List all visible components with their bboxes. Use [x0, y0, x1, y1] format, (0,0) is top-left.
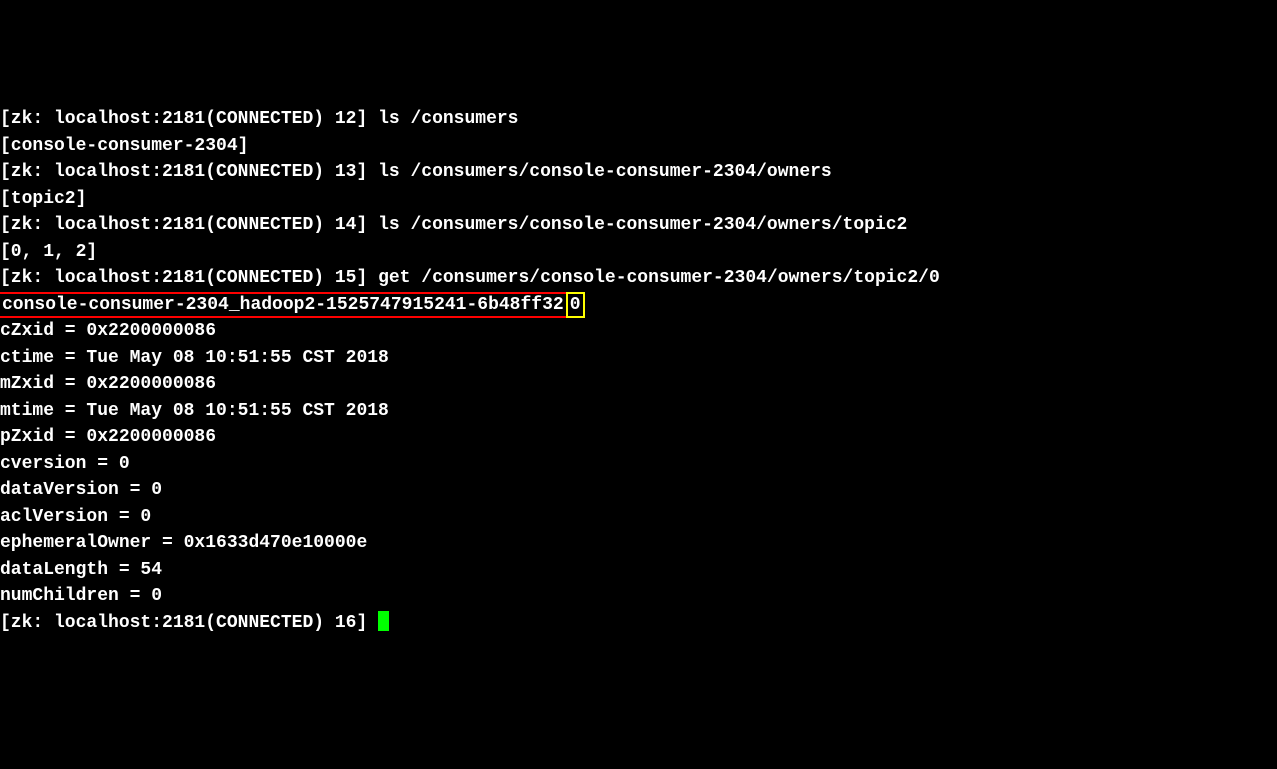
prompt: [zk: localhost:2181(CONNECTED) 12] [0, 109, 378, 129]
terminal-line: [zk: localhost:2181(CONNECTED) 14] ls /c… [0, 212, 1277, 239]
prompt: [zk: localhost:2181(CONNECTED) 13] [0, 162, 378, 182]
output-text: cversion = 0 [0, 451, 1277, 478]
output-text: numChildren = 0 [0, 583, 1277, 610]
output-text: mtime = Tue May 08 10:51:55 CST 2018 [0, 398, 1277, 425]
output-text: dataVersion = 0 [0, 477, 1277, 504]
command-text: ls /consumers [378, 109, 518, 129]
highlighted-output: console-consumer-2304_hadoop2-1525747915… [0, 292, 1277, 319]
output-text: pZxid = 0x2200000086 [0, 424, 1277, 451]
yellow-highlight-box: 0 [566, 292, 585, 318]
output-text: [topic2] [0, 186, 1277, 213]
prompt: [zk: localhost:2181(CONNECTED) 15] [0, 268, 378, 288]
command-text: ls /consumers/console-consumer-2304/owne… [378, 215, 907, 235]
prompt: [zk: localhost:2181(CONNECTED) 14] [0, 215, 378, 235]
output-text: dataLength = 54 [0, 557, 1277, 584]
output-text: ephemeralOwner = 0x1633d470e10000e [0, 530, 1277, 557]
command-text: get /consumers/console-consumer-2304/own… [378, 268, 940, 288]
terminal-output[interactable]: [zk: localhost:2181(CONNECTED) 12] ls /c… [0, 106, 1277, 636]
terminal-line: [zk: localhost:2181(CONNECTED) 15] get /… [0, 265, 1277, 292]
cursor-icon [378, 611, 389, 631]
output-text: ctime = Tue May 08 10:51:55 CST 2018 [0, 345, 1277, 372]
command-text: ls /consumers/console-consumer-2304/owne… [378, 162, 832, 182]
output-text: mZxid = 0x2200000086 [0, 371, 1277, 398]
output-text: [console-consumer-2304] [0, 133, 1277, 160]
prompt: [zk: localhost:2181(CONNECTED) 16] [0, 613, 378, 633]
terminal-line: [zk: localhost:2181(CONNECTED) 16] [0, 610, 1277, 637]
output-text: aclVersion = 0 [0, 504, 1277, 531]
terminal-line: [zk: localhost:2181(CONNECTED) 13] ls /c… [0, 159, 1277, 186]
output-text: [0, 1, 2] [0, 239, 1277, 266]
terminal-line: [zk: localhost:2181(CONNECTED) 12] ls /c… [0, 106, 1277, 133]
red-highlight-box: console-consumer-2304_hadoop2-1525747915… [0, 292, 568, 318]
output-text: cZxid = 0x2200000086 [0, 318, 1277, 345]
